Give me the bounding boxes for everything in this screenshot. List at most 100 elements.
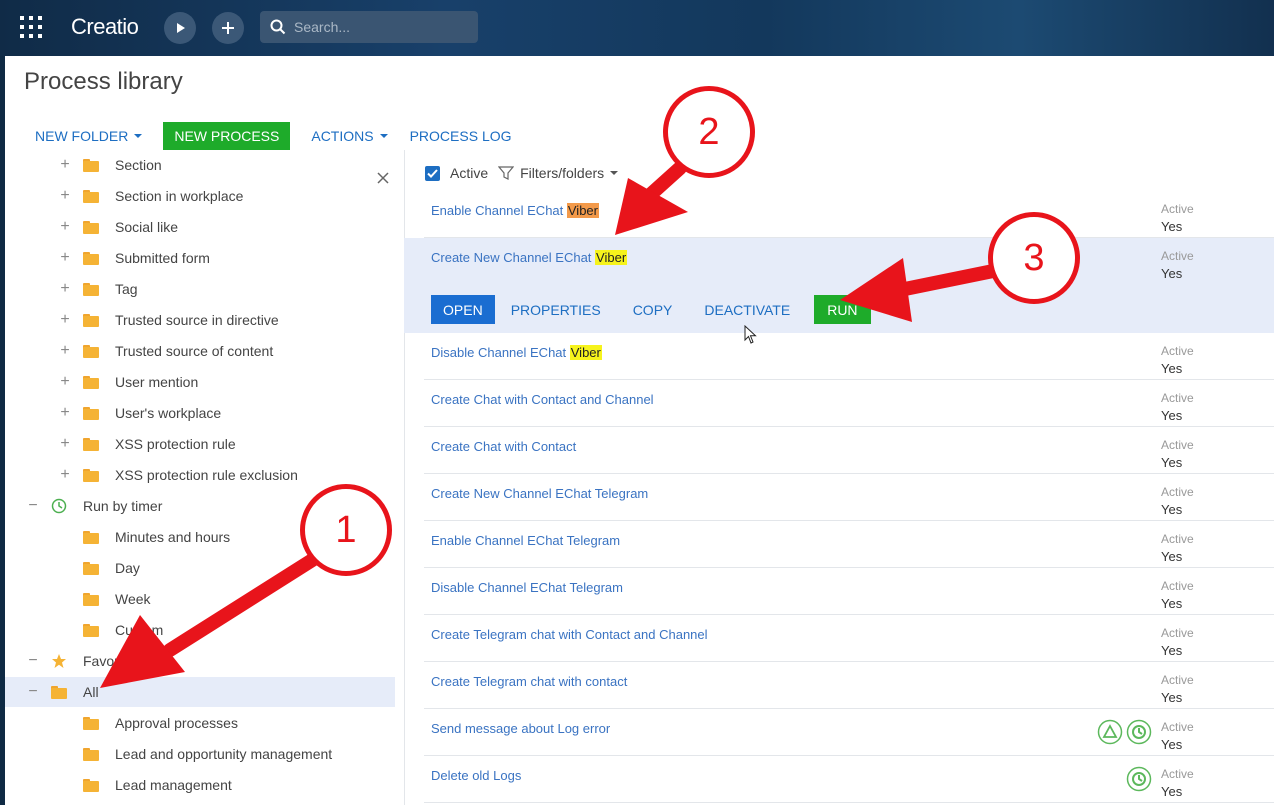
tree-item[interactable]: Lead management (5, 770, 395, 800)
process-title-link[interactable]: Create New Channel EChat Viber (431, 250, 628, 265)
properties-button[interactable]: PROPERTIES (495, 302, 617, 318)
expand-icon[interactable]: + (59, 312, 71, 328)
deactivate-button[interactable]: DEACTIVATE (688, 302, 806, 318)
process-title-link[interactable]: Delete old Logs (431, 768, 521, 783)
status-label: Active (1161, 202, 1194, 216)
tree-item-label: XSS protection rule (115, 436, 236, 452)
tree-item[interactable]: + XSS protection rule (5, 429, 395, 459)
expand-icon[interactable]: + (59, 374, 71, 390)
expand-icon[interactable]: + (59, 467, 71, 483)
process-title-link[interactable]: Create Chat with Contact (431, 439, 576, 454)
global-search[interactable] (260, 11, 478, 43)
tree-item[interactable]: + Social like (5, 212, 395, 242)
process-log-button[interactable]: PROCESS LOG (399, 128, 523, 144)
tree-item[interactable]: − All (5, 677, 395, 707)
collapse-icon[interactable]: − (27, 498, 39, 514)
expand-icon[interactable]: + (59, 157, 71, 173)
process-row[interactable]: Create Chat with Contact Active Yes (424, 427, 1274, 474)
process-title-link[interactable]: Create Telegram chat with contact (431, 674, 627, 689)
process-row[interactable]: Create Chat with Contact and Channel Acti… (424, 380, 1274, 427)
tree-item[interactable]: + Trusted source in directive (5, 305, 395, 335)
status-label: Active (1161, 626, 1194, 640)
page-title: Process library (24, 68, 183, 95)
process-title-link[interactable]: Create Telegram chat with Contact and Ch… (431, 627, 708, 642)
row-actions: OPEN PROPERTIES COPY DEACTIVATE RUN (431, 295, 871, 324)
folder-icon (83, 190, 99, 203)
status-label: Active (1161, 438, 1194, 452)
run-button[interactable]: RUN (814, 295, 871, 324)
folder-icon (83, 159, 99, 172)
process-row[interactable]: Create New Channel EChat Viber Active Yes O… (404, 238, 1274, 333)
process-title-link[interactable]: Create Chat with Contact and Channel (431, 392, 654, 407)
process-title-link[interactable]: Enable Channel EChat Viber (431, 203, 599, 218)
collapse-icon[interactable]: − (27, 653, 39, 669)
run-process-button[interactable] (164, 12, 196, 44)
tree-item-label: Section (115, 157, 162, 173)
process-title-link[interactable]: Enable Channel EChat Telegram (431, 533, 620, 548)
folder-icon (83, 748, 99, 761)
search-icon (270, 19, 286, 35)
process-title-link[interactable]: Disable Channel EChat Viber (431, 345, 602, 360)
status-value: Yes (1161, 219, 1183, 234)
expand-icon[interactable]: + (59, 436, 71, 452)
collapse-icon[interactable]: − (27, 684, 39, 700)
process-row[interactable]: Create Telegram chat with Contact and Ch… (424, 615, 1274, 662)
tree-item[interactable]: Lead and opportunity management (5, 739, 395, 769)
status-value: Yes (1161, 408, 1183, 423)
tree-item[interactable]: Week (5, 584, 395, 614)
folder-icon (83, 376, 99, 389)
process-row[interactable]: Create Telegram chat with contact Active Y… (424, 662, 1274, 709)
status-label: Active (1161, 485, 1194, 499)
add-button[interactable] (212, 12, 244, 44)
tree-item[interactable]: + Section in workplace (5, 181, 395, 211)
open-button[interactable]: OPEN (431, 295, 495, 324)
expand-icon[interactable]: + (59, 281, 71, 297)
tree-item[interactable]: Approval processes (5, 708, 395, 738)
process-row[interactable]: Disable Channel EChat Telegram Active Yes (424, 568, 1274, 615)
filters-bar: Active Filters/folders (425, 160, 619, 186)
status-label: Active (1161, 344, 1194, 358)
process-row[interactable]: Delete old Logs Active Yes (424, 756, 1274, 803)
process-title-link[interactable]: Send message about Log error (431, 721, 610, 736)
tree-item[interactable]: Custom (5, 615, 395, 645)
status-label: Active (1161, 249, 1194, 263)
tree-item[interactable]: + Trusted source of content (5, 336, 395, 366)
status-value: Yes (1161, 596, 1183, 611)
expand-icon[interactable]: + (59, 405, 71, 421)
process-row[interactable]: Enable Channel EChat Telegram Active Yes (424, 521, 1274, 568)
tree-item[interactable]: + Submitted form (5, 243, 395, 273)
copy-button[interactable]: COPY (617, 302, 689, 318)
process-row[interactable]: Enable Channel EChat Viber Active Yes (424, 191, 1274, 238)
expand-icon[interactable]: + (59, 343, 71, 359)
annotation-badge-3: 3 (988, 212, 1080, 304)
process-row[interactable]: Create New Channel EChat Telegram Active Y… (424, 474, 1274, 521)
caret-down-icon (134, 134, 143, 138)
plus-icon (222, 22, 234, 34)
process-title-link[interactable]: Disable Channel EChat Telegram (431, 580, 623, 595)
expand-icon[interactable]: + (59, 219, 71, 235)
active-checkbox[interactable] (425, 165, 440, 181)
tree-item[interactable]: + Tag (5, 274, 395, 304)
tree-item-label: Social like (115, 219, 179, 235)
app-menu-grid-icon[interactable] (20, 16, 42, 38)
tree-item[interactable]: + Section (5, 150, 395, 180)
process-row[interactable]: Send message about Log error Active Yes (424, 709, 1274, 756)
process-title-text: Create Telegram chat with Contact and Ch… (431, 627, 708, 642)
process-title-text: Enable Channel EChat Telegram (431, 533, 621, 548)
tree-item[interactable]: + User's workplace (5, 398, 395, 428)
search-input[interactable] (294, 19, 464, 35)
new-process-button[interactable]: NEW PROCESS (163, 122, 291, 150)
process-title-link[interactable]: Create New Channel EChat Telegram (431, 486, 648, 501)
actions-button[interactable]: ACTIONS (300, 128, 398, 144)
annotation-badge-1: 1 (300, 484, 392, 576)
expand-icon[interactable]: + (59, 250, 71, 266)
tree-item[interactable]: − Favorites (5, 646, 395, 676)
expand-icon[interactable]: + (59, 188, 71, 204)
timer-icon (1126, 766, 1152, 792)
process-row[interactable]: Disable Channel EChat Viber Active Yes (424, 333, 1274, 380)
search-highlight: Viber (566, 203, 599, 218)
close-icon[interactable] (376, 171, 390, 185)
new-folder-button[interactable]: NEW FOLDER (24, 128, 153, 144)
filters-folders-button[interactable]: Filters/folders (498, 165, 619, 181)
tree-item[interactable]: + User mention (5, 367, 395, 397)
